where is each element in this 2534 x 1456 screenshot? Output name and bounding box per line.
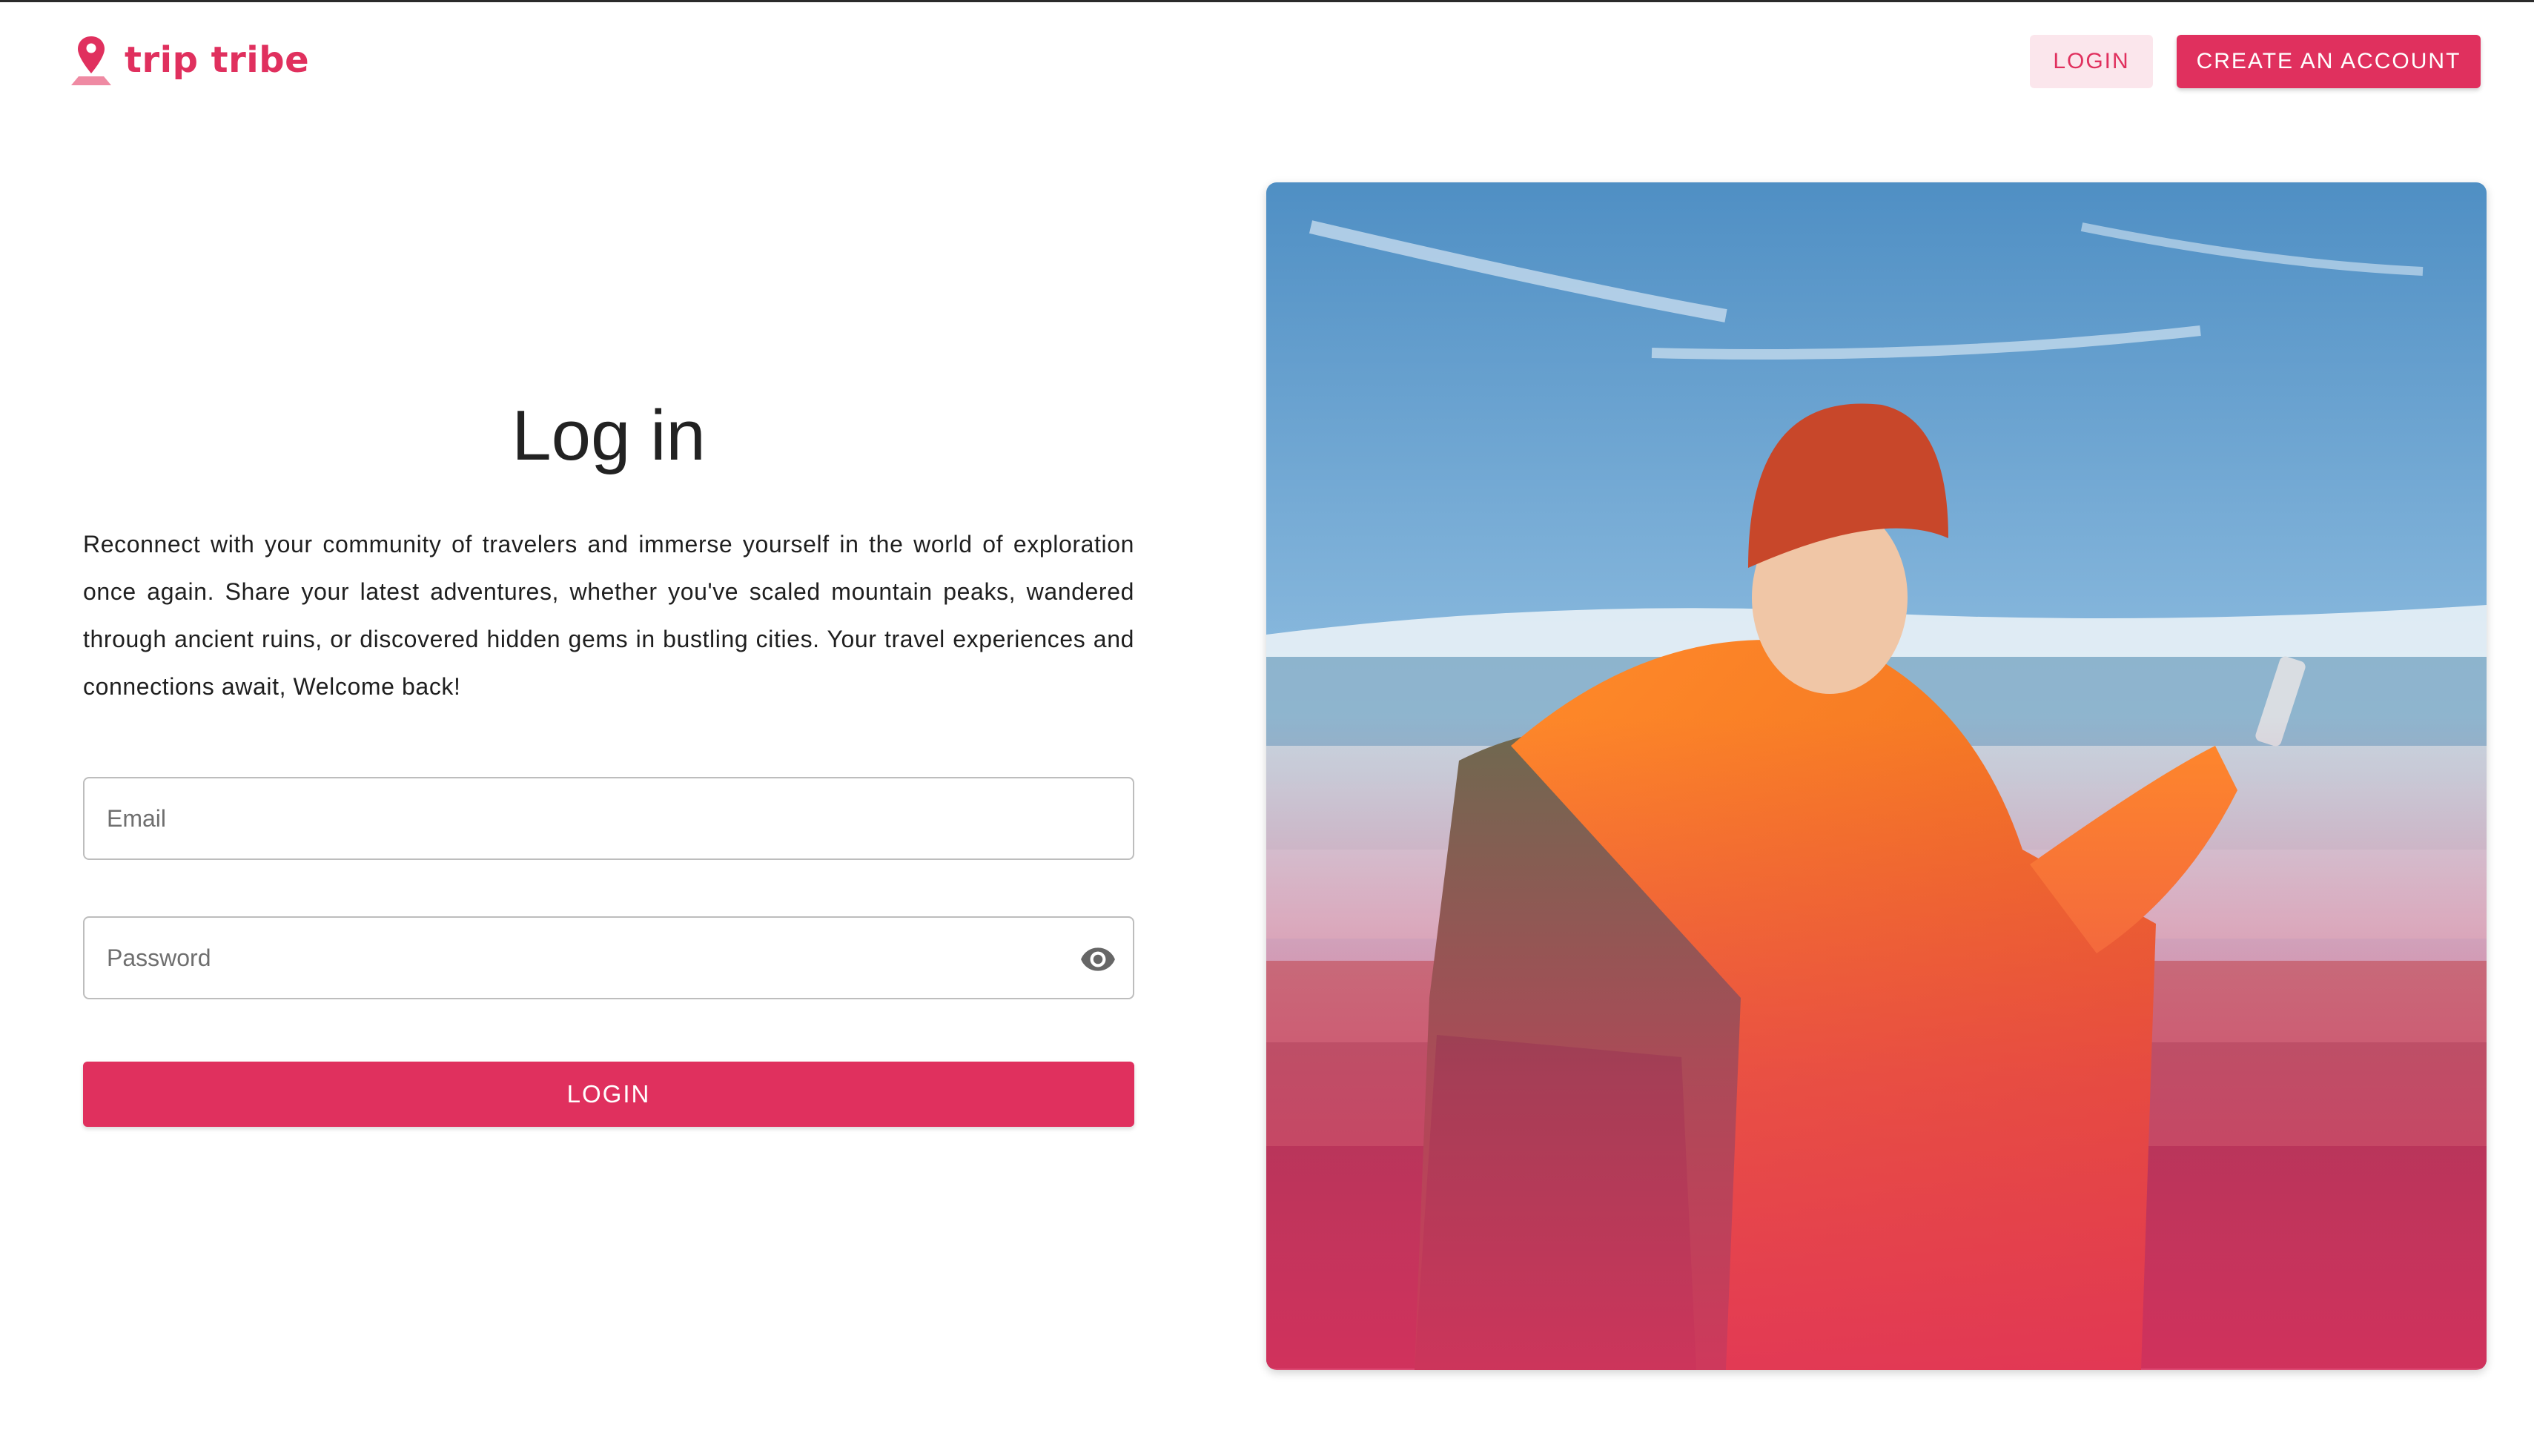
brand-name: trip tribe <box>125 39 310 81</box>
login-submit-button[interactable]: LOGIN <box>83 1062 1134 1127</box>
nav-login-button[interactable]: LOGIN <box>2030 35 2153 88</box>
eye-icon[interactable] <box>1079 940 1117 977</box>
password-input[interactable] <box>107 918 1071 998</box>
password-field[interactable] <box>83 916 1134 999</box>
page-title: Log in <box>512 396 706 475</box>
brand-logo[interactable]: trip tribe <box>68 33 309 87</box>
email-field[interactable] <box>83 777 1134 860</box>
top-nav: trip tribe LOGIN CREATE AN ACCOUNT <box>0 2 2534 121</box>
create-account-button[interactable]: CREATE AN ACCOUNT <box>2177 35 2481 88</box>
traveler-illustration <box>1266 182 2487 1370</box>
login-description: Reconnect with your community of travele… <box>83 531 1134 700</box>
login-form: Log in Reconnect with your community of … <box>83 396 1134 1127</box>
email-input[interactable] <box>107 778 1071 858</box>
hero-image <box>1266 182 2487 1370</box>
map-pin-icon <box>71 36 111 85</box>
